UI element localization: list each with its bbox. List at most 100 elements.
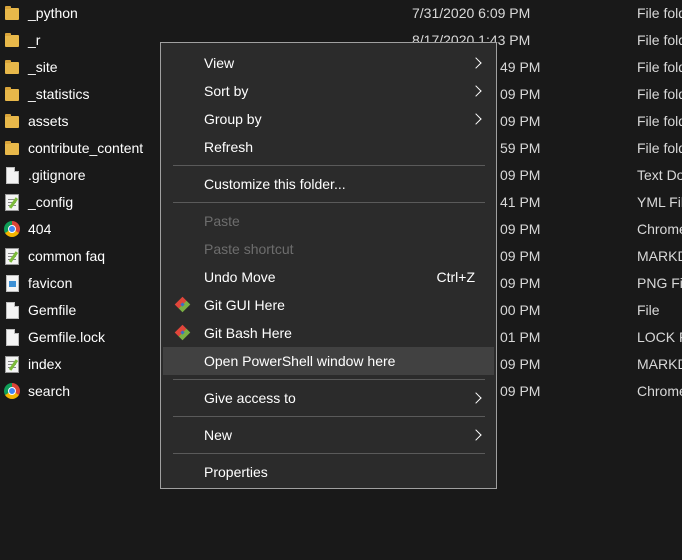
menu-separator bbox=[173, 416, 485, 417]
chrome-icon bbox=[4, 383, 20, 399]
menu-item-shortcut: Ctrl+Z bbox=[436, 269, 476, 285]
menu-item-paste: Paste bbox=[163, 207, 494, 235]
menu-item-label: Customize this folder... bbox=[204, 176, 346, 192]
file-type: Text Document bbox=[637, 167, 682, 183]
git-icon bbox=[174, 324, 191, 341]
menu-item-label: Sort by bbox=[204, 83, 249, 99]
git-icon bbox=[174, 296, 191, 313]
menu-item-label: Undo Move bbox=[204, 269, 276, 285]
menu-item-sort-by[interactable]: Sort by bbox=[163, 77, 494, 105]
chevron-right-icon bbox=[470, 57, 482, 69]
file-date: 01 PM bbox=[500, 329, 541, 345]
folder-icon bbox=[4, 140, 20, 156]
file-date: 49 PM bbox=[500, 59, 541, 75]
file-name: Gemfile bbox=[28, 302, 77, 318]
menu-item-customize-folder[interactable]: Customize this folder... bbox=[163, 170, 494, 198]
file-name: index bbox=[28, 356, 62, 372]
folder-icon bbox=[4, 5, 20, 21]
file-date: 09 PM bbox=[500, 383, 541, 399]
file-date: 59 PM bbox=[500, 140, 541, 156]
menu-item-label: New bbox=[204, 427, 233, 443]
menu-item-give-access[interactable]: Give access to bbox=[163, 384, 494, 412]
document-icon bbox=[4, 329, 20, 346]
menu-separator bbox=[173, 379, 485, 380]
folder-icon bbox=[4, 32, 20, 48]
file-type: File folder bbox=[637, 140, 682, 156]
file-type: PNG File bbox=[637, 275, 682, 291]
file-type: File folder bbox=[637, 32, 682, 48]
file-date: 09 PM bbox=[500, 356, 541, 372]
file-type: LOCK File bbox=[637, 329, 682, 345]
file-type: File folder bbox=[637, 86, 682, 102]
menu-item-label: Git Bash Here bbox=[204, 325, 292, 341]
folder-icon bbox=[4, 113, 20, 129]
notepad-icon bbox=[4, 248, 20, 265]
menu-item-new[interactable]: New bbox=[163, 421, 494, 449]
menu-item-label: Properties bbox=[204, 464, 268, 480]
file-type: Chrome HTML bbox=[637, 221, 682, 237]
menu-separator bbox=[173, 453, 485, 454]
menu-item-label: Paste bbox=[204, 213, 240, 229]
file-type: File folder bbox=[637, 59, 682, 75]
chevron-right-icon bbox=[470, 392, 482, 404]
file-name: common faq bbox=[28, 248, 106, 264]
menu-item-open-powershell[interactable]: Open PowerShell window here bbox=[163, 347, 494, 375]
document-icon bbox=[4, 167, 20, 184]
file-name: Gemfile.lock bbox=[28, 329, 106, 345]
file-date: 41 PM bbox=[500, 194, 541, 210]
file-date: 09 PM bbox=[500, 275, 541, 291]
chevron-right-icon bbox=[470, 113, 482, 125]
png-icon bbox=[4, 275, 20, 292]
menu-item-git-gui[interactable]: Git GUI Here bbox=[163, 291, 494, 319]
file-name: favicon bbox=[28, 275, 73, 291]
file-name: 404 bbox=[28, 221, 52, 237]
menu-item-refresh[interactable]: Refresh bbox=[163, 133, 494, 161]
file-name: _r bbox=[28, 32, 41, 48]
file-type: File bbox=[637, 302, 660, 318]
menu-separator bbox=[173, 202, 485, 203]
chevron-right-icon bbox=[470, 85, 482, 97]
context-menu: View Sort by Group by Refresh Customize … bbox=[160, 42, 497, 489]
menu-item-label: Git GUI Here bbox=[204, 297, 285, 313]
file-date: 09 PM bbox=[500, 248, 541, 264]
file-type: MARKDOWN bbox=[637, 248, 682, 264]
file-date: 09 PM bbox=[500, 113, 541, 129]
menu-item-properties[interactable]: Properties bbox=[163, 458, 494, 486]
notepad-icon bbox=[4, 194, 20, 211]
menu-item-view[interactable]: View bbox=[163, 49, 494, 77]
menu-item-label: Refresh bbox=[204, 139, 254, 155]
file-name: search bbox=[28, 383, 71, 399]
file-date: 09 PM bbox=[500, 167, 541, 183]
chevron-right-icon bbox=[470, 429, 482, 441]
menu-item-label: Open PowerShell window here bbox=[204, 353, 396, 369]
file-date: 09 PM bbox=[500, 86, 541, 102]
file-type: File folder bbox=[637, 113, 682, 129]
file-row-python[interactable]: _python 7/31/2020 6:09 PM File folder bbox=[0, 0, 682, 27]
file-name: contribute_content bbox=[28, 140, 144, 156]
chrome-icon bbox=[4, 221, 20, 237]
file-name: _site bbox=[28, 59, 58, 75]
file-name: .gitignore bbox=[28, 167, 86, 183]
menu-item-paste-shortcut: Paste shortcut bbox=[163, 235, 494, 263]
notepad-icon bbox=[4, 356, 20, 373]
file-date: 7/31/2020 6:09 PM bbox=[412, 5, 531, 21]
menu-item-git-bash[interactable]: Git Bash Here bbox=[163, 319, 494, 347]
menu-separator bbox=[173, 165, 485, 166]
file-type: YML File bbox=[637, 194, 682, 210]
menu-item-label: Give access to bbox=[204, 390, 296, 406]
file-name: assets bbox=[28, 113, 69, 129]
menu-item-label: Group by bbox=[204, 111, 262, 127]
menu-item-label: View bbox=[204, 55, 235, 71]
folder-icon bbox=[4, 59, 20, 75]
menu-item-group-by[interactable]: Group by bbox=[163, 105, 494, 133]
file-date: 09 PM bbox=[500, 221, 541, 237]
file-type: MARKDOWN bbox=[637, 356, 682, 372]
menu-item-undo-move[interactable]: Undo Move Ctrl+Z bbox=[163, 263, 494, 291]
file-name: _python bbox=[28, 5, 78, 21]
file-type: Chrome HTML bbox=[637, 383, 682, 399]
folder-icon bbox=[4, 86, 20, 102]
file-name: _config bbox=[28, 194, 74, 210]
file-name: _statistics bbox=[28, 86, 90, 102]
file-type: File folder bbox=[637, 5, 682, 21]
file-date: 00 PM bbox=[500, 302, 541, 318]
